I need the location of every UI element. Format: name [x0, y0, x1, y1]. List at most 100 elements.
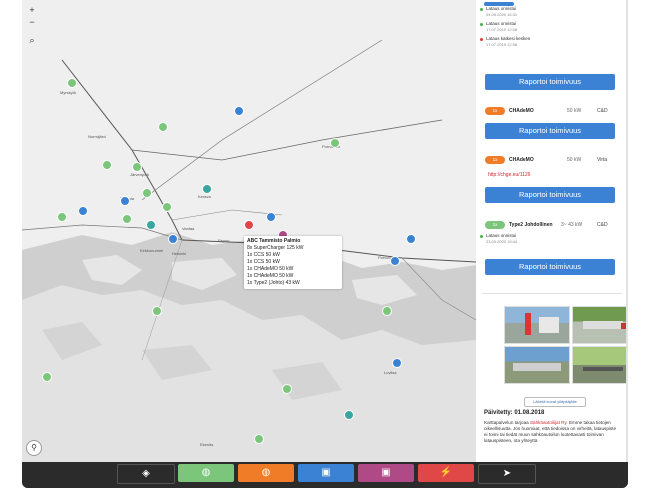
marker-green[interactable]: [330, 138, 340, 148]
popup-line: 8x SuperCharger 125 kW: [247, 245, 304, 251]
marker-green[interactable]: [158, 122, 168, 132]
marker-green[interactable]: [102, 160, 112, 170]
station-details-panel[interactable]: Lataus onnistui 04.05.2020 16:31 Lataus …: [476, 0, 628, 462]
marker-blue[interactable]: [120, 196, 130, 206]
place-label: Porvoo: [378, 255, 391, 260]
marker-green[interactable]: [254, 434, 264, 444]
marker-blue[interactable]: [390, 256, 400, 266]
orange-filter-button[interactable]: ◍: [238, 464, 294, 482]
app-frame: Myrskylä Nurmijärvi Järvenpää Tuusula Ke…: [22, 0, 628, 488]
connector-name: Type2 Johdollinen: [509, 222, 553, 228]
send-photos-button[interactable]: Lähetä kuvat ylläpitäjälle: [524, 397, 586, 407]
marker-red[interactable]: [244, 220, 254, 230]
status-dot: [480, 23, 483, 26]
connector-name: CHAdeMO: [509, 157, 534, 163]
place-label: Ekenäs: [200, 442, 214, 447]
charger-type-icon: ▣: [321, 467, 331, 478]
marker-green[interactable]: [132, 162, 142, 172]
popup-line: 1x CHAdeMO 50 kW: [247, 273, 294, 279]
event-date: 17.07.2019 12:08: [486, 42, 518, 47]
zoom-in-button[interactable]: +: [26, 4, 38, 16]
marker-teal[interactable]: [344, 410, 354, 420]
locate-button[interactable]: ➤: [478, 464, 536, 484]
marker-blue[interactable]: [168, 234, 178, 244]
charger-type-icon: ▣: [381, 467, 391, 478]
marker-blue[interactable]: [392, 358, 402, 368]
place-label: Helsinki: [172, 251, 187, 256]
navigation-arrow-icon: ➤: [502, 468, 512, 479]
popup-line: 1x CHAdeMO 50 kW: [247, 266, 294, 272]
report-button[interactable]: Raportoi toimivuus: [485, 259, 615, 275]
connector-count-badge: 1x: [485, 107, 505, 115]
blue-filter-button[interactable]: ▣: [298, 464, 354, 482]
place-label: Espoo: [218, 238, 230, 243]
red-filter-button[interactable]: ⚡: [418, 464, 474, 482]
connector-power: 50 kW: [567, 157, 582, 163]
connector-network: C&D: [597, 222, 608, 228]
report-button[interactable]: Raportoi toimivuus: [485, 123, 615, 139]
event-date: 23.09.2020 19:44: [486, 239, 518, 244]
event-date: 17.07.2019 12:08: [486, 27, 518, 32]
place-label: Vantaa: [182, 226, 195, 231]
station-photo[interactable]: [572, 306, 628, 344]
marker-green[interactable]: [142, 188, 152, 198]
place-label: Järvenpää: [130, 172, 149, 177]
search-icon[interactable]: ⌕: [26, 34, 38, 46]
marker-teal[interactable]: [146, 220, 156, 230]
marker-green[interactable]: [57, 212, 67, 222]
marker-blue[interactable]: [266, 212, 276, 222]
popup-line: 1x CCS 50 kW: [247, 259, 280, 265]
station-link[interactable]: http://chge.eu/1126: [488, 172, 530, 178]
station-photo[interactable]: [504, 306, 570, 344]
bottom-toolbar: ◈ ◍ ◍ ▣ ▣ ⚡ ➤: [22, 462, 628, 488]
divider: [482, 293, 622, 294]
zoom-out-button[interactable]: −: [26, 16, 38, 28]
report-button[interactable]: Raportoi toimivuus: [485, 74, 615, 90]
connector-count-badge: 1x: [485, 221, 505, 229]
marker-blue[interactable]: [406, 234, 416, 244]
marker-green[interactable]: [42, 372, 52, 382]
status-dot: [480, 38, 483, 41]
marker-green[interactable]: [152, 306, 162, 316]
status-dot: [480, 235, 483, 238]
popup-line: 1x Type2 (Johto) 43 kW: [247, 280, 300, 286]
disclaimer-text: Karttapalvelun tarjoaa Sähköautoilijat R…: [484, 420, 620, 444]
connector-row: 1x Type2 Johdollinen 3~ 43 kW C&D: [485, 220, 615, 230]
marker-green[interactable]: [162, 202, 172, 212]
event-date: 04.05.2020 16:31: [486, 12, 518, 17]
connector-row: 1x CHAdeMO 50 kW Virta: [485, 155, 615, 165]
charger-type-icon: ◍: [261, 467, 271, 478]
marker-blue[interactable]: [78, 206, 88, 216]
place-label: Nurmijärvi: [88, 134, 106, 139]
marker-green[interactable]: [382, 306, 392, 316]
scrollbar[interactable]: [626, 0, 628, 462]
place-label: Loviisa: [384, 370, 397, 375]
popup-title: ABC Tammisto Palmio: [247, 238, 301, 244]
place-label: Kirkkonummi: [140, 248, 164, 253]
place-label: Myrskylä: [60, 90, 76, 95]
event-item: Lataus onnistui 23.09.2020 19:44: [476, 233, 626, 245]
purple-filter-button[interactable]: ▣: [358, 464, 414, 482]
map-view[interactable]: Myrskylä Nurmijärvi Järvenpää Tuusula Ke…: [22, 0, 476, 462]
marker-blue[interactable]: [234, 106, 244, 116]
marker-green[interactable]: [122, 214, 132, 224]
map-canvas: [22, 39, 476, 462]
event-list: Lataus onnistui 04.05.2020 16:31 Lataus …: [476, 6, 626, 48]
popup-line: 1x CCS 50 kW: [247, 252, 280, 258]
connector-row: 1x CHAdeMO 50 kW C&D: [485, 106, 615, 116]
station-popup: ABC Tammisto Palmio 8x SuperCharger 125 …: [244, 236, 342, 289]
marker-teal[interactable]: [202, 184, 212, 194]
association-link[interactable]: Sähköautoilijat Ry: [530, 420, 566, 425]
marker-green[interactable]: [67, 78, 77, 88]
connector-power: 3~ 43 kW: [561, 222, 583, 228]
user-icon[interactable]: ⚲: [26, 440, 42, 456]
layers-button[interactable]: ◈: [117, 464, 175, 484]
connector-network: Virta: [597, 157, 608, 163]
station-photo[interactable]: [504, 346, 570, 384]
green-filter-button[interactable]: ◍: [178, 464, 234, 482]
marker-green[interactable]: [282, 384, 292, 394]
event-item: Lataus katkesi kesken 17.07.2019 12:08: [476, 36, 626, 48]
zoom-controls: + − ⌕: [26, 4, 38, 46]
station-photo[interactable]: [572, 346, 628, 384]
report-button[interactable]: Raportoi toimivuus: [485, 187, 615, 203]
